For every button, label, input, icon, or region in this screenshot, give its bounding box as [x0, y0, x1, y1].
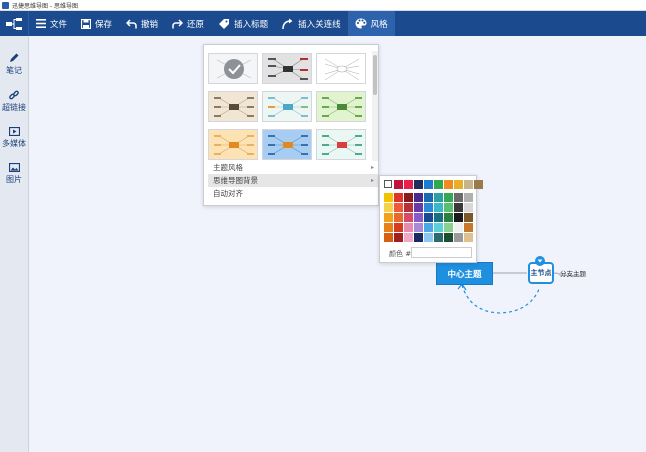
color-swatch[interactable] [384, 223, 393, 232]
chevron-right-icon: ▸ [370, 177, 374, 184]
color-swatch[interactable] [464, 203, 473, 212]
color-swatch[interactable] [444, 193, 453, 202]
color-hex-input[interactable] [411, 247, 472, 258]
color-swatch[interactable] [464, 213, 473, 222]
color-swatch[interactable] [454, 213, 463, 222]
theme-thumbnail-grid [208, 53, 368, 161]
color-swatch[interactable] [444, 203, 453, 212]
color-swatch[interactable] [434, 233, 443, 242]
color-swatch[interactable] [384, 180, 392, 188]
style-dropdown: 主题风格 ▸ 思维导图背景 ▸ 自动对齐 [203, 44, 379, 206]
color-swatch[interactable] [394, 223, 403, 232]
color-swatch[interactable] [444, 180, 453, 189]
color-swatch[interactable] [414, 193, 423, 202]
color-swatch[interactable] [444, 233, 453, 242]
theme-thumbnail[interactable] [262, 53, 312, 84]
collapse-node-button[interactable] [535, 256, 545, 266]
theme-thumbnail[interactable] [262, 91, 312, 122]
color-swatch[interactable] [404, 233, 413, 242]
color-swatch[interactable] [424, 213, 433, 222]
color-swatch[interactable] [454, 203, 463, 212]
color-swatch[interactable] [404, 203, 413, 212]
theme-thumbnail[interactable] [262, 129, 312, 160]
color-swatch[interactable] [414, 223, 423, 232]
color-swatch[interactable] [384, 203, 393, 212]
color-swatch[interactable] [464, 233, 473, 242]
color-swatch[interactable] [404, 193, 413, 202]
color-swatch[interactable] [394, 203, 403, 212]
menu-item-auto-align[interactable]: 自动对齐 [208, 187, 378, 200]
color-swatch[interactable] [414, 213, 423, 222]
color-swatch[interactable] [424, 223, 433, 232]
color-swatch[interactable] [394, 233, 403, 242]
color-swatch[interactable] [454, 180, 463, 189]
color-swatch[interactable] [404, 213, 413, 222]
color-swatch[interactable] [424, 180, 433, 189]
menu-item-theme-style[interactable]: 主题风格 ▸ [208, 161, 378, 174]
center-topic-node[interactable]: 中心主题 [437, 263, 492, 284]
color-swatch[interactable] [434, 203, 443, 212]
color-swatch[interactable] [424, 203, 433, 212]
color-swatch[interactable] [414, 180, 423, 189]
color-swatch[interactable] [394, 180, 403, 189]
color-hex-label: 颜色 # [389, 250, 412, 258]
background-color-picker: 颜色 # [379, 175, 483, 263]
color-swatch[interactable] [434, 213, 443, 222]
color-swatch[interactable] [414, 233, 423, 242]
chevron-right-icon: ▸ [370, 164, 374, 171]
color-swatch[interactable] [404, 180, 413, 189]
color-swatch[interactable] [464, 193, 473, 202]
color-swatch[interactable] [414, 203, 423, 212]
color-swatch[interactable] [404, 223, 413, 232]
color-swatch[interactable] [424, 233, 433, 242]
color-swatch[interactable] [384, 213, 393, 222]
theme-thumbnail[interactable] [208, 91, 258, 122]
color-swatch[interactable] [424, 193, 433, 202]
theme-thumbnail[interactable] [316, 53, 366, 84]
thumbnail-scrollbar[interactable] [372, 51, 378, 161]
scrollbar-thumb[interactable] [373, 55, 377, 95]
color-swatch[interactable] [434, 223, 443, 232]
color-swatch[interactable] [454, 233, 463, 242]
theme-thumbnail[interactable] [316, 129, 366, 160]
color-swatch[interactable] [464, 180, 473, 189]
color-swatch[interactable] [384, 193, 393, 202]
color-swatch[interactable] [434, 180, 443, 189]
color-swatch[interactable] [464, 223, 473, 232]
color-swatch[interactable] [434, 193, 443, 202]
theme-thumbnail[interactable] [208, 129, 258, 160]
color-swatch[interactable] [474, 180, 483, 189]
color-swatch[interactable] [394, 213, 403, 222]
color-swatch[interactable] [394, 193, 403, 202]
color-swatch[interactable] [444, 223, 453, 232]
theme-style-label: 主题风格 [213, 163, 243, 172]
auto-align-label: 自动对齐 [213, 189, 243, 198]
mindmap-background-label: 思维导图背景 [213, 176, 258, 185]
color-swatch[interactable] [454, 193, 463, 202]
main-topic-label: 主节点 [530, 269, 552, 277]
sub-topic-node[interactable]: 分支主题 [560, 268, 586, 278]
menu-item-mindmap-background[interactable]: 思维导图背景 ▸ [208, 174, 378, 187]
color-swatch[interactable] [454, 223, 463, 232]
color-swatch[interactable] [384, 233, 393, 242]
color-swatch[interactable] [444, 213, 453, 222]
theme-thumbnail[interactable] [208, 53, 258, 84]
theme-thumbnail[interactable] [316, 91, 366, 122]
chevron-down-icon [537, 259, 543, 263]
